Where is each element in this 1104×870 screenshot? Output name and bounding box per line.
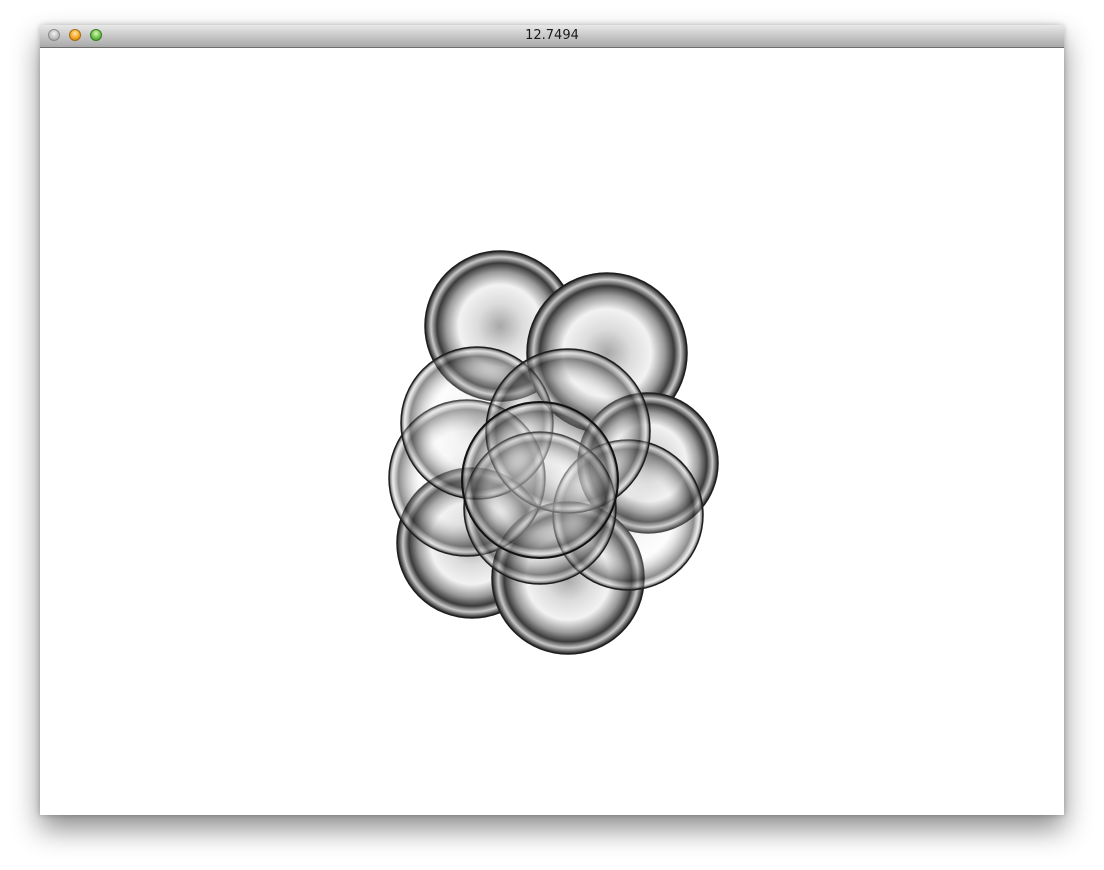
app-window: 12.7494 (40, 25, 1064, 815)
canvas-area[interactable] (40, 48, 1064, 815)
window-title: 12.7494 (525, 28, 579, 43)
bubble-canvas[interactable] (40, 48, 1064, 815)
title-bar[interactable]: 12.7494 (40, 25, 1064, 48)
bubble[interactable] (461, 401, 619, 559)
